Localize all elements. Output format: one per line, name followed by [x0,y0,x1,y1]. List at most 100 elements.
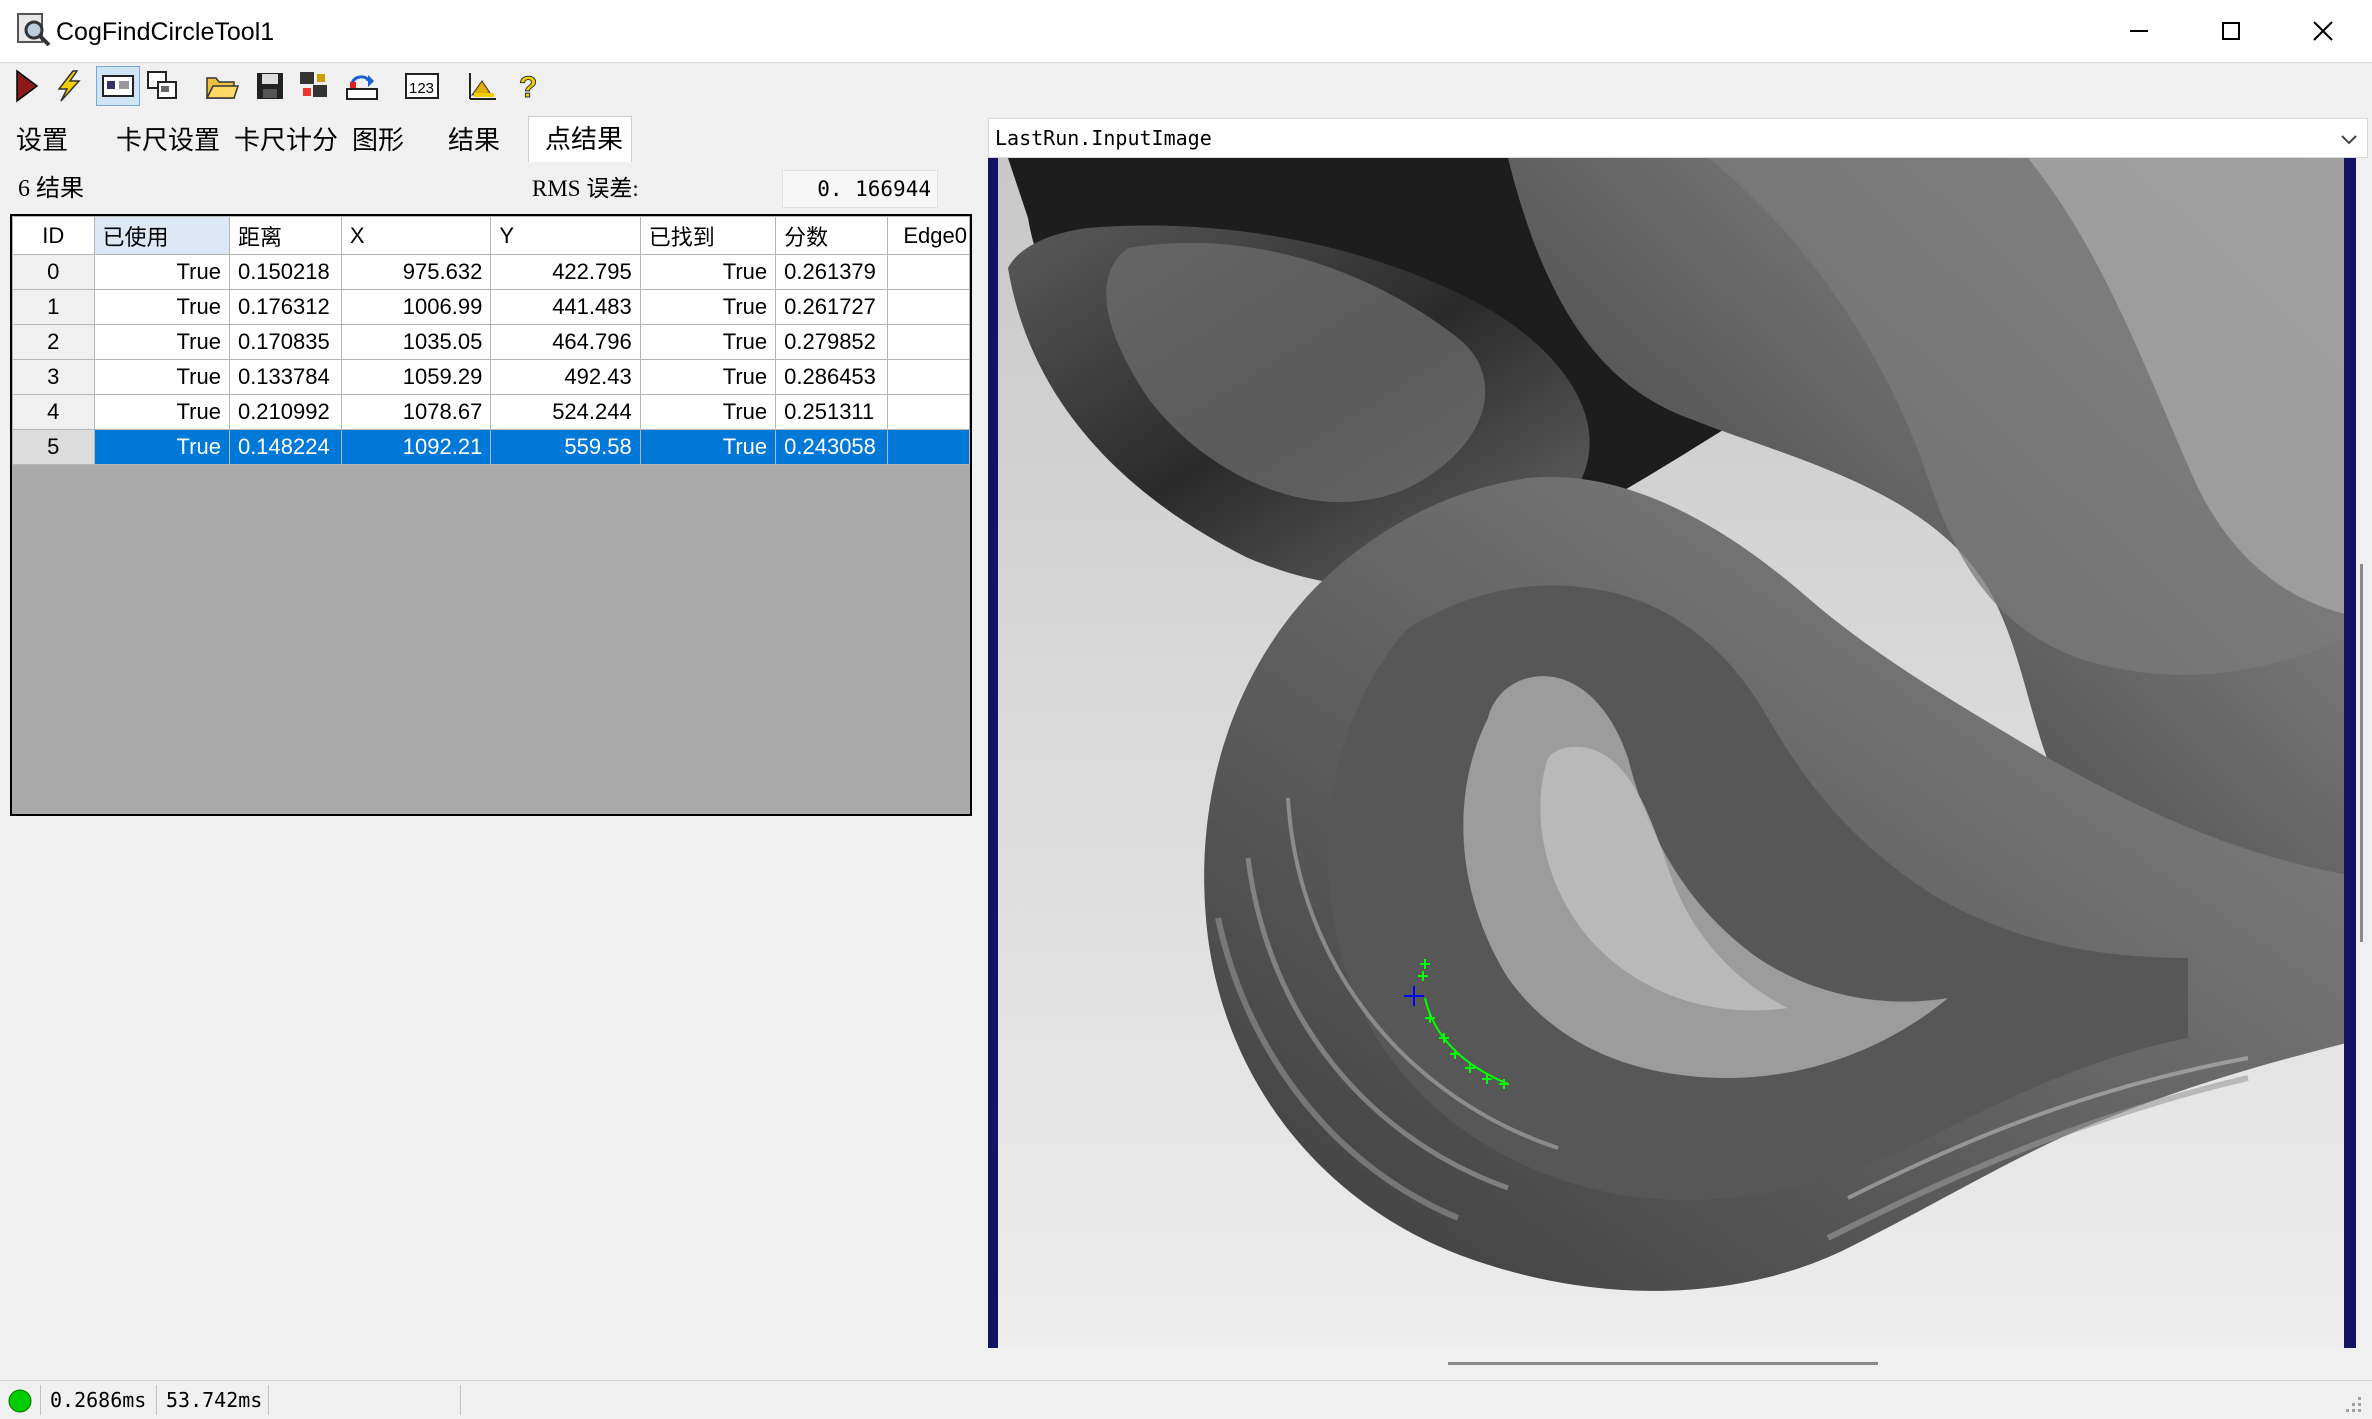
tab-graphics[interactable]: 图形 [336,120,436,160]
tab-point-results[interactable]: 点结果 [528,116,632,162]
close-button[interactable] [2276,0,2370,62]
cell-edge0 [887,394,970,430]
column-header-used[interactable]: 已使用 [93,216,230,255]
cell-distance: 0.170835 [228,324,342,360]
resize-grip-icon[interactable] [2342,1393,2364,1415]
tab-results[interactable]: 结果 [432,120,532,160]
maximize-button[interactable] [2184,0,2278,62]
cell-found: True [639,289,777,325]
import-button[interactable] [342,66,382,106]
cell-y: 422.795 [490,254,641,290]
cell-x: 1006.99 [340,289,492,325]
cell-used: True [93,324,230,360]
cell-x: 975.632 [340,254,492,290]
rms-error-label: RMS 误差: [532,176,639,201]
open-button[interactable] [202,66,242,106]
cell-x: 1092.21 [340,429,492,465]
save-icon [257,73,283,99]
app-icon [16,12,52,48]
open-folder-icon [205,77,240,99]
cell-distance: 0.176312 [228,289,342,325]
save-button[interactable] [250,66,290,106]
status-separator [268,1385,269,1415]
run-button[interactable] [6,66,46,106]
cell-found: True [639,324,777,360]
status-time-total: 53.742ms [166,1388,263,1412]
cell-found: True [639,429,777,465]
cell-y: 441.483 [490,289,641,325]
help-button[interactable]: ? [508,66,548,106]
cell-y: 464.796 [490,324,641,360]
point-results-grid[interactable]: ID 已使用 距离 X Y 已找到 分数 Edge0 0 True 0.1502… [10,214,972,816]
cell-found: True [639,359,777,395]
status-separator [40,1385,41,1415]
tab-caliper-scoring[interactable]: 卡尺计分 [218,120,338,160]
number-button[interactable]: 123 [402,66,442,106]
cell-score: 0.279852 [775,324,889,360]
cell-edge0 [887,254,970,290]
table-row-selected[interactable]: 5 True 0.148224 1092.21 559.58 True 0.24… [12,429,970,465]
status-separator [460,1385,461,1415]
cell-x: 1035.05 [340,324,492,360]
table-row[interactable]: 4 True 0.210992 1078.67 524.244 True 0.2… [12,394,970,430]
show-display-button[interactable] [96,66,140,106]
cell-edge0 [887,359,970,395]
cell-x: 1059.29 [340,359,492,395]
cell-used: True [93,289,230,325]
display-vertical-scroll-thumb[interactable] [2360,564,2363,942]
cell-score: 0.243058 [775,429,889,465]
cell-distance: 0.150218 [228,254,342,290]
results-table: ID 已使用 距离 X Y 已找到 分数 Edge0 0 True 0.1502… [12,216,970,465]
cell-id: 4 [12,394,95,430]
toolbar: 123 ? [0,62,2372,114]
minimize-icon [2130,30,2148,32]
cell-score: 0.261727 [775,289,889,325]
column-header-id[interactable]: ID [12,216,95,255]
cell-distance: 0.133784 [228,359,342,395]
table-row[interactable]: 1 True 0.176312 1006.99 441.483 True 0.2… [12,289,970,325]
cell-edge0 [887,324,970,360]
table-row[interactable]: 3 True 0.133784 1059.29 492.43 True 0.28… [12,359,970,395]
cell-used: True [93,394,230,430]
input-image [988,158,2366,1348]
display-icon [102,75,134,97]
chart-settings-button[interactable] [462,66,502,106]
cell-y: 559.58 [490,429,641,465]
tab-strip: 设置 卡尺设置 卡尺计分 图形 结果 点结果 [0,116,980,162]
cell-id: 3 [12,359,95,395]
column-header-score[interactable]: 分数 [775,216,889,255]
cell-y: 524.244 [490,394,641,430]
image-source-select[interactable]: LastRun.InputImage [988,118,2368,158]
table-row[interactable]: 2 True 0.170835 1035.05 464.796 True 0.2… [12,324,970,360]
maximize-icon [2222,22,2240,40]
number-123-icon: 123 [405,73,439,99]
column-header-y[interactable]: Y [490,216,641,255]
column-header-edge0[interactable]: Edge0 [887,216,970,255]
rms-error-value: 0. 166944 [782,170,938,208]
electric-button[interactable] [48,66,88,106]
floating-window-button[interactable] [142,66,182,106]
minimize-button[interactable] [2092,0,2186,62]
cell-x: 1078.67 [340,394,492,430]
run-icon [16,69,39,103]
image-display[interactable] [988,158,2366,1348]
status-separator [156,1385,157,1415]
status-time-run: 0.2686ms [50,1388,147,1412]
cell-edge0 [887,429,970,465]
reset-button[interactable] [294,66,334,106]
cell-score: 0.261379 [775,254,889,290]
reset-icon [300,72,327,97]
settings-chart-icon [469,73,496,100]
electric-icon [57,70,81,102]
status-bar: 0.2686ms 53.742ms [0,1380,2372,1419]
status-indicator-icon [8,1389,32,1413]
tab-caliper-settings[interactable]: 卡尺设置 [100,120,220,160]
column-header-found[interactable]: 已找到 [639,216,777,255]
display-horizontal-scroll-thumb[interactable] [1448,1362,1878,1365]
floating-window-icon [147,71,177,99]
cell-y: 492.43 [490,359,641,395]
column-header-x[interactable]: X [340,216,492,255]
tab-settings[interactable]: 设置 [0,120,100,160]
column-header-distance[interactable]: 距离 [228,216,342,255]
table-row[interactable]: 0 True 0.150218 975.632 422.795 True 0.2… [12,254,970,290]
